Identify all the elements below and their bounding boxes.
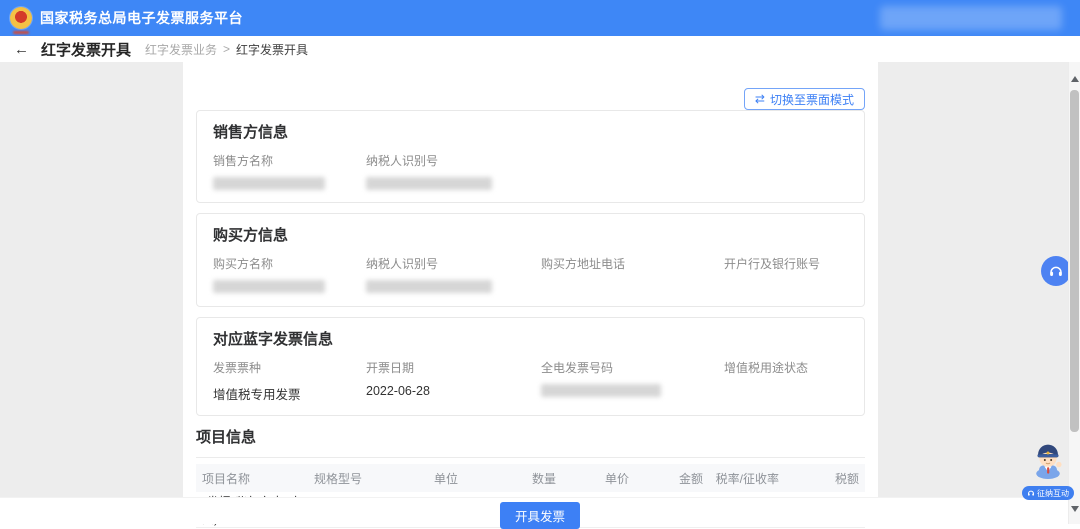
field-label: 全电发票号码 xyxy=(541,359,724,376)
buyer-address-field: 购买方地址电话 xyxy=(541,255,724,294)
items-table-header: 项目名称 规格型号 单位 数量 单价 金额 税率/征收率 税额 xyxy=(196,464,865,492)
field-value: 增值税专用发票 xyxy=(213,384,366,403)
items-section-title: 项目信息 xyxy=(196,426,865,447)
field-label: 纳税人识别号 xyxy=(366,152,541,169)
invoice-number-field: 全电发票号码 xyxy=(541,359,724,403)
divider xyxy=(196,457,865,458)
field-label: 发票票种 xyxy=(213,359,366,376)
footer-bar: 开具发票 xyxy=(0,497,1080,524)
page-title: 红字发票开具 xyxy=(41,39,131,60)
content-area: ⇄ 切换至票面模式 销售方信息 销售方名称 纳税人识别号 购买方信息 xyxy=(0,62,1080,497)
tax-emblem-icon xyxy=(10,7,32,29)
mascot-assistant[interactable]: 征纳互动 xyxy=(1022,441,1074,502)
field-value xyxy=(724,384,848,398)
seller-taxid-field: 纳税人识别号 xyxy=(366,152,541,190)
service-badge-label: 征纳互动 xyxy=(1037,488,1069,499)
buyer-name-field: 购买方名称 xyxy=(213,255,366,294)
buyer-info-card: 购买方信息 购买方名称 纳税人识别号 购买方地址电话 开户行及银行账号 xyxy=(196,213,865,307)
issue-invoice-button[interactable]: 开具发票 xyxy=(500,502,580,529)
masked-value xyxy=(366,280,492,293)
headset-icon xyxy=(1048,263,1064,279)
buyer-bank-field: 开户行及银行账号 xyxy=(724,255,848,294)
switch-mode-label: 切换至票面模式 xyxy=(770,91,854,108)
blue-invoice-info-card: 对应蓝字发票信息 发票票种 增值税专用发票 开票日期 2022-06-28 全电… xyxy=(196,317,865,416)
col-tax-rate: 税率/征收率 xyxy=(703,470,779,487)
field-label: 开户行及银行账号 xyxy=(724,255,848,272)
masked-value xyxy=(213,280,325,293)
switch-mode-icon: ⇄ xyxy=(755,93,765,105)
masked-value xyxy=(541,384,661,397)
field-label: 销售方名称 xyxy=(213,152,366,169)
field-label: 开票日期 xyxy=(366,359,541,376)
field-label: 增值税用途状态 xyxy=(724,359,848,376)
breadcrumb-parent[interactable]: 红字发票业务 xyxy=(145,41,217,58)
customer-service-button[interactable] xyxy=(1041,256,1071,286)
col-spec: 规格型号 xyxy=(314,470,434,487)
vat-usage-status-field: 增值税用途状态 xyxy=(724,359,848,403)
headset-icon xyxy=(1027,489,1035,497)
field-value xyxy=(541,280,724,294)
breadcrumb: 红字发票业务 > 红字发票开具 xyxy=(145,41,308,58)
col-item-name: 项目名称 xyxy=(202,470,314,487)
user-info-masked[interactable] xyxy=(880,6,1062,30)
field-value xyxy=(724,280,848,294)
main-panel: ⇄ 切换至票面模式 销售方信息 销售方名称 纳税人识别号 购买方信息 xyxy=(183,62,878,497)
back-arrow-icon[interactable]: ← xyxy=(14,42,29,57)
scroll-down-arrow-icon[interactable] xyxy=(1071,506,1079,512)
field-value: 2022-06-28 xyxy=(366,384,541,398)
field-label: 购买方地址电话 xyxy=(541,255,724,272)
app-title: 国家税务总局电子发票服务平台 xyxy=(40,8,243,28)
masked-value xyxy=(213,177,325,190)
buyer-taxid-field: 纳税人识别号 xyxy=(366,255,541,294)
scroll-up-arrow-icon[interactable] xyxy=(1071,76,1079,82)
seller-name-field: 销售方名称 xyxy=(213,152,366,190)
breadcrumb-separator: > xyxy=(223,42,230,56)
switch-view-mode-button[interactable]: ⇄ 切换至票面模式 xyxy=(744,88,865,110)
col-unit-price: 单价 xyxy=(556,470,629,487)
blue-invoice-section-title: 对应蓝字发票信息 xyxy=(213,328,848,349)
buyer-section-title: 购买方信息 xyxy=(213,224,848,245)
breadcrumb-current: 红字发票开具 xyxy=(236,41,308,58)
masked-value xyxy=(366,177,492,190)
seller-info-card: 销售方信息 销售方名称 纳税人识别号 xyxy=(196,110,865,203)
app-header: 国家税务总局电子发票服务平台 xyxy=(0,0,1080,36)
mascot-figure-icon xyxy=(1026,441,1070,479)
col-amount: 金额 xyxy=(629,470,703,487)
invoice-date-field: 开票日期 2022-06-28 xyxy=(366,359,541,403)
sub-header: ← 红字发票开具 红字发票业务 > 红字发票开具 xyxy=(0,36,1080,62)
col-tax-amount: 税额 xyxy=(779,470,859,487)
col-unit: 单位 xyxy=(434,470,496,487)
field-label: 纳税人识别号 xyxy=(366,255,541,272)
field-label: 购买方名称 xyxy=(213,255,366,272)
toolbar-row: ⇄ 切换至票面模式 xyxy=(196,62,865,110)
service-badge[interactable]: 征纳互动 xyxy=(1022,486,1074,500)
invoice-type-field: 发票票种 增值税专用发票 xyxy=(213,359,366,403)
col-quantity: 数量 xyxy=(496,470,556,487)
scrollbar-thumb[interactable] xyxy=(1070,90,1079,432)
seller-section-title: 销售方信息 xyxy=(213,121,848,142)
